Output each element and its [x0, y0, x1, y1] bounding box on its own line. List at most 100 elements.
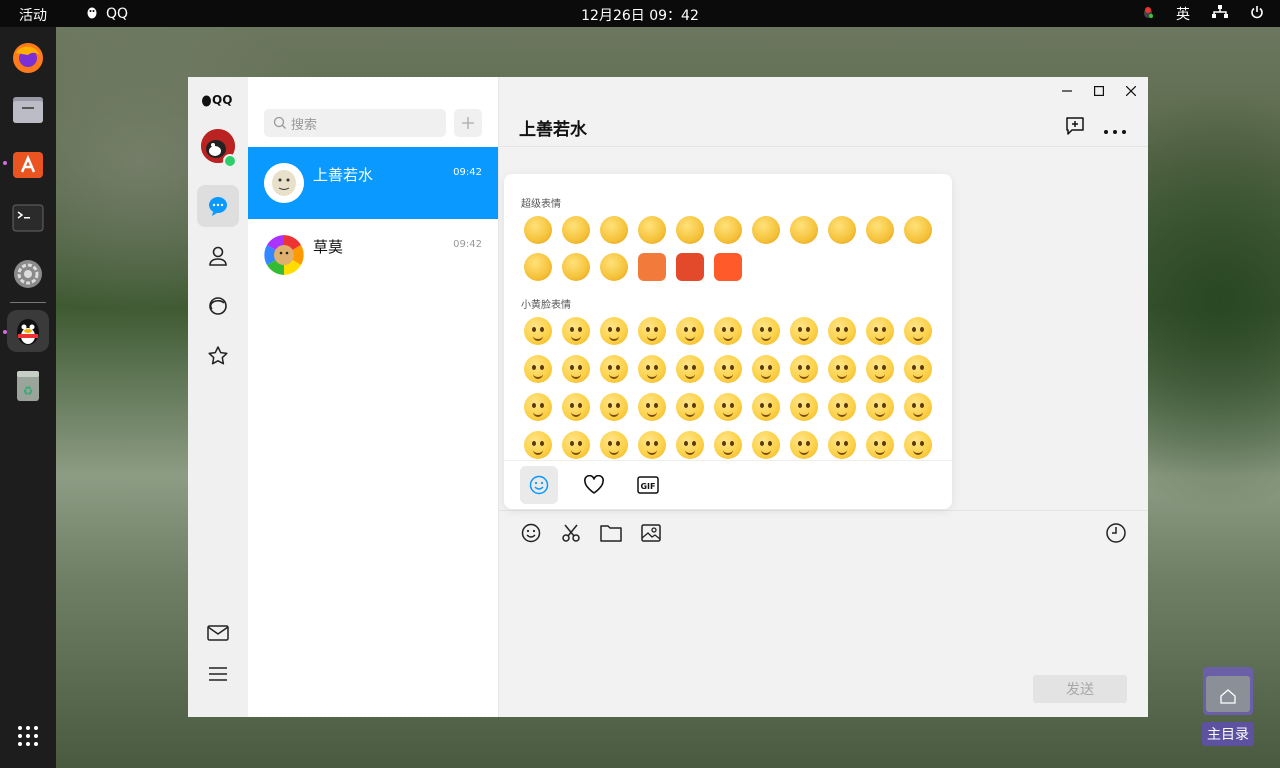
super-emoji[interactable]	[676, 253, 704, 281]
small-emoji[interactable]	[828, 393, 856, 421]
small-emoji[interactable]	[714, 393, 742, 421]
small-emoji[interactable]	[828, 431, 856, 459]
conversation-item[interactable]: 上善若水 09:42	[248, 147, 498, 219]
small-emoji[interactable]	[714, 355, 742, 383]
conversation-item[interactable]: 草莫 09:42	[248, 219, 498, 291]
qq-icon[interactable]	[7, 310, 49, 352]
small-emoji[interactable]	[676, 393, 704, 421]
small-emoji[interactable]	[790, 393, 818, 421]
small-emoji[interactable]	[752, 431, 780, 459]
settings-icon[interactable]	[7, 253, 49, 295]
small-emoji[interactable]	[676, 431, 704, 459]
small-emoji[interactable]	[790, 355, 818, 383]
minimize-button[interactable]	[1052, 83, 1082, 99]
file-button[interactable]	[598, 520, 624, 546]
super-emoji[interactable]	[562, 216, 590, 244]
menu-button[interactable]	[197, 653, 239, 695]
emoji-button[interactable]	[518, 520, 544, 546]
small-emoji[interactable]	[714, 317, 742, 345]
super-emoji[interactable]	[524, 253, 552, 281]
history-button[interactable]	[1103, 520, 1129, 546]
super-emoji[interactable]	[866, 216, 894, 244]
small-emoji[interactable]	[828, 355, 856, 383]
small-emoji[interactable]	[828, 317, 856, 345]
terminal-icon[interactable]	[7, 197, 49, 239]
super-emoji[interactable]	[904, 216, 932, 244]
super-emoji[interactable]	[524, 216, 552, 244]
emoji-tab-favorites[interactable]	[575, 466, 613, 504]
screenshot-button[interactable]	[558, 520, 584, 546]
add-button[interactable]	[454, 109, 482, 137]
mail-button[interactable]	[197, 612, 239, 654]
small-emoji[interactable]	[562, 355, 590, 383]
small-emoji[interactable]	[600, 393, 628, 421]
super-emoji[interactable]	[714, 253, 742, 281]
clock[interactable]: 12月26日 09：42	[581, 8, 699, 24]
zone-tab[interactable]	[197, 285, 239, 327]
small-emoji[interactable]	[676, 355, 704, 383]
maximize-button[interactable]	[1084, 83, 1114, 99]
small-emoji[interactable]	[562, 393, 590, 421]
small-emoji[interactable]	[524, 317, 552, 345]
app-center-icon[interactable]	[7, 143, 49, 185]
small-emoji[interactable]	[524, 393, 552, 421]
super-emoji[interactable]	[638, 253, 666, 281]
app-grid-icon[interactable]	[7, 715, 49, 757]
small-emoji[interactable]	[638, 393, 666, 421]
small-emoji[interactable]	[600, 431, 628, 459]
files-icon[interactable]	[7, 89, 49, 131]
small-emoji[interactable]	[904, 355, 932, 383]
more-button[interactable]	[1104, 123, 1126, 138]
small-emoji[interactable]	[600, 317, 628, 345]
home-folder[interactable]: 主目录	[1202, 666, 1254, 746]
super-emoji[interactable]	[828, 216, 856, 244]
input-method-indicator[interactable]: 英	[1176, 4, 1190, 24]
small-emoji[interactable]	[562, 431, 590, 459]
small-emoji[interactable]	[638, 355, 666, 383]
super-emoji[interactable]	[714, 216, 742, 244]
small-emoji[interactable]	[752, 355, 780, 383]
qq-tray-icon[interactable]	[1142, 5, 1154, 23]
super-emoji[interactable]	[752, 216, 780, 244]
small-emoji[interactable]	[600, 355, 628, 383]
image-button[interactable]	[638, 520, 664, 546]
activities-button[interactable]: 活动	[19, 5, 47, 25]
close-button[interactable]	[1116, 83, 1146, 99]
network-icon[interactable]	[1212, 5, 1228, 23]
small-emoji[interactable]	[904, 393, 932, 421]
favorites-tab[interactable]	[197, 335, 239, 377]
emoji-tab-gif[interactable]: GIF	[629, 466, 667, 504]
super-emoji[interactable]	[562, 253, 590, 281]
small-emoji[interactable]	[752, 393, 780, 421]
small-emoji[interactable]	[866, 355, 894, 383]
send-button[interactable]: 发送	[1033, 675, 1127, 703]
new-chat-button[interactable]	[1065, 116, 1085, 140]
small-emoji[interactable]	[524, 355, 552, 383]
super-emoji[interactable]	[790, 216, 818, 244]
search-box[interactable]: 搜索	[264, 109, 446, 137]
super-emoji[interactable]	[600, 253, 628, 281]
emoji-tab-smiley[interactable]	[520, 466, 558, 504]
small-emoji[interactable]	[638, 431, 666, 459]
small-emoji[interactable]	[904, 431, 932, 459]
super-emoji[interactable]	[676, 216, 704, 244]
small-emoji[interactable]	[562, 317, 590, 345]
power-icon[interactable]	[1250, 5, 1264, 23]
super-emoji[interactable]	[638, 216, 666, 244]
small-emoji[interactable]	[524, 431, 552, 459]
contacts-tab[interactable]	[197, 235, 239, 277]
small-emoji[interactable]	[904, 317, 932, 345]
small-emoji[interactable]	[638, 317, 666, 345]
small-emoji[interactable]	[866, 431, 894, 459]
firefox-icon[interactable]	[7, 37, 49, 79]
small-emoji[interactable]	[790, 317, 818, 345]
small-emoji[interactable]	[790, 431, 818, 459]
app-menu[interactable]: QQ	[86, 5, 128, 23]
small-emoji[interactable]	[752, 317, 780, 345]
small-emoji[interactable]	[866, 393, 894, 421]
messages-tab[interactable]	[197, 185, 239, 227]
small-emoji[interactable]	[676, 317, 704, 345]
small-emoji[interactable]	[866, 317, 894, 345]
small-emoji[interactable]	[714, 431, 742, 459]
trash-icon[interactable]: ♻	[7, 365, 49, 407]
